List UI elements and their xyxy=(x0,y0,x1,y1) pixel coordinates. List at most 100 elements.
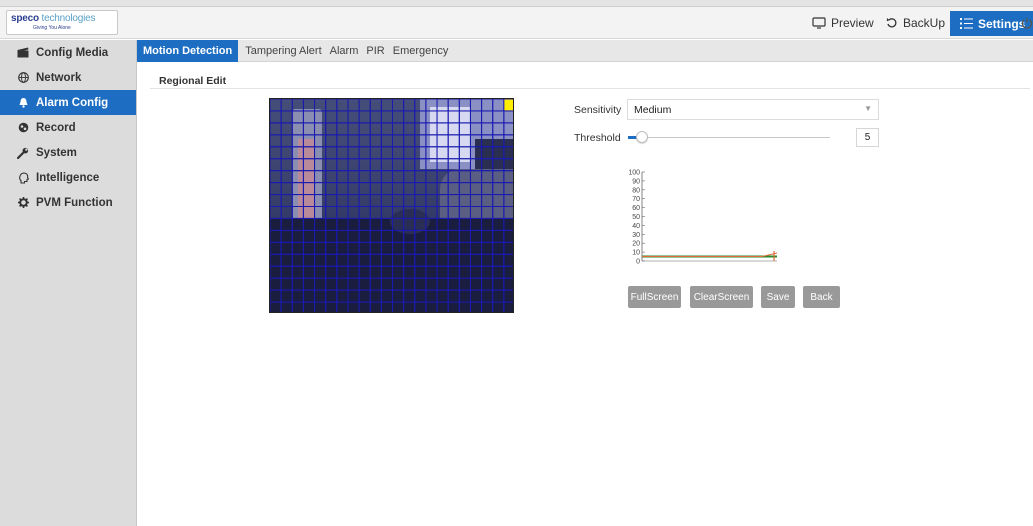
grid-cell[interactable] xyxy=(347,289,360,303)
grid-cell[interactable] xyxy=(503,229,514,243)
grid-cell[interactable] xyxy=(481,301,494,313)
back-button[interactable]: Back xyxy=(803,286,840,308)
grid-cell[interactable] xyxy=(291,194,304,208)
grid-cell[interactable] xyxy=(436,265,449,279)
grid-cell[interactable] xyxy=(447,99,460,112)
grid-cell[interactable] xyxy=(336,170,349,184)
grid-cell[interactable] xyxy=(481,99,494,112)
grid-cell[interactable] xyxy=(280,277,293,291)
grid-cell[interactable] xyxy=(336,122,349,136)
grid-cell[interactable] xyxy=(270,158,282,172)
grid-cell[interactable] xyxy=(392,217,405,231)
grid-cell[interactable] xyxy=(314,158,327,172)
grid-cell[interactable] xyxy=(481,241,494,255)
grid-cell[interactable] xyxy=(481,206,494,219)
grid-cell[interactable] xyxy=(380,146,394,160)
grid-cell[interactable] xyxy=(492,289,505,303)
grid-cell[interactable] xyxy=(302,146,316,160)
grid-cell[interactable] xyxy=(347,170,360,184)
grid-cell[interactable] xyxy=(369,206,382,219)
grid-cell[interactable] xyxy=(314,229,327,243)
grid-cell[interactable] xyxy=(458,99,471,112)
grid-cell[interactable] xyxy=(358,146,371,160)
grid-cell[interactable] xyxy=(270,289,282,303)
grid-cell[interactable] xyxy=(280,265,293,279)
grid-cell[interactable] xyxy=(369,122,382,136)
grid-cell[interactable] xyxy=(270,253,282,267)
grid-cell[interactable] xyxy=(414,158,427,172)
grid-cell[interactable] xyxy=(392,241,405,255)
grid-cell[interactable] xyxy=(302,289,316,303)
grid-cell[interactable] xyxy=(369,289,382,303)
grid-cell[interactable] xyxy=(358,301,371,313)
grid-cell[interactable] xyxy=(403,289,416,303)
grid-cell[interactable] xyxy=(336,182,349,196)
grid-cell[interactable] xyxy=(369,158,382,172)
grid-cell[interactable] xyxy=(291,229,304,243)
grid-cell[interactable] xyxy=(425,99,438,112)
grid-cell[interactable] xyxy=(503,194,514,208)
grid-cell[interactable] xyxy=(302,134,316,148)
grid-cell[interactable] xyxy=(469,217,483,231)
grid-cell[interactable] xyxy=(447,289,460,303)
grid-cell[interactable] xyxy=(425,158,438,172)
grid-cell[interactable] xyxy=(481,217,494,231)
grid-cell[interactable] xyxy=(358,194,371,208)
grid-cell[interactable] xyxy=(436,134,449,148)
grid-cell[interactable] xyxy=(325,217,338,231)
grid-cell[interactable] xyxy=(403,277,416,291)
grid-cell[interactable] xyxy=(314,170,327,184)
grid-cell[interactable] xyxy=(447,253,460,267)
grid-cell[interactable] xyxy=(369,182,382,196)
grid-cell[interactable] xyxy=(436,277,449,291)
grid-cell[interactable] xyxy=(325,289,338,303)
grid-cell[interactable] xyxy=(314,265,327,279)
grid-cell[interactable] xyxy=(414,99,427,112)
grid-cell[interactable] xyxy=(492,265,505,279)
grid-cell[interactable] xyxy=(481,229,494,243)
grid-cell[interactable] xyxy=(347,182,360,196)
grid-cell[interactable] xyxy=(325,229,338,243)
grid-cell[interactable] xyxy=(358,99,371,112)
grid-cell[interactable] xyxy=(469,194,483,208)
grid-cell[interactable] xyxy=(336,134,349,148)
grid-cell[interactable] xyxy=(314,194,327,208)
tab-emergency[interactable]: Emergency xyxy=(389,40,453,62)
grid-cell[interactable] xyxy=(481,110,494,124)
grid-cell[interactable] xyxy=(302,122,316,136)
grid-cell[interactable] xyxy=(380,182,394,196)
grid-cell[interactable] xyxy=(302,194,316,208)
grid-cell[interactable] xyxy=(447,158,460,172)
grid-cell[interactable] xyxy=(458,134,471,148)
grid-cell[interactable] xyxy=(403,122,416,136)
grid-cell[interactable] xyxy=(481,170,494,184)
grid-cell[interactable] xyxy=(492,158,505,172)
grid-cell[interactable] xyxy=(380,301,394,313)
grid-cell[interactable] xyxy=(314,134,327,148)
grid-cell[interactable] xyxy=(325,170,338,184)
grid-cell[interactable] xyxy=(392,182,405,196)
tab-motion-detection[interactable]: Motion Detection xyxy=(137,39,239,62)
grid-cell[interactable] xyxy=(392,194,405,208)
grid-cell[interactable] xyxy=(270,146,282,160)
grid-cell[interactable] xyxy=(425,217,438,231)
grid-cell[interactable] xyxy=(447,170,460,184)
grid-cell[interactable] xyxy=(336,99,349,112)
grid-cell[interactable] xyxy=(425,277,438,291)
grid-cell[interactable] xyxy=(392,206,405,219)
grid-cell[interactable] xyxy=(314,217,327,231)
grid-cell[interactable] xyxy=(414,289,427,303)
grid-cell[interactable] xyxy=(336,110,349,124)
grid-cell[interactable] xyxy=(458,158,471,172)
grid-cell[interactable] xyxy=(425,301,438,313)
grid-cell[interactable] xyxy=(425,289,438,303)
grid-cell[interactable] xyxy=(425,170,438,184)
grid-cell[interactable] xyxy=(458,217,471,231)
grid-cell[interactable] xyxy=(302,241,316,255)
grid-cell[interactable] xyxy=(358,134,371,148)
grid-cell[interactable] xyxy=(270,265,282,279)
grid-cell[interactable] xyxy=(270,301,282,313)
preview-button[interactable]: Preview xyxy=(812,7,874,39)
grid-cell[interactable] xyxy=(425,122,438,136)
grid-cell[interactable] xyxy=(469,206,483,219)
